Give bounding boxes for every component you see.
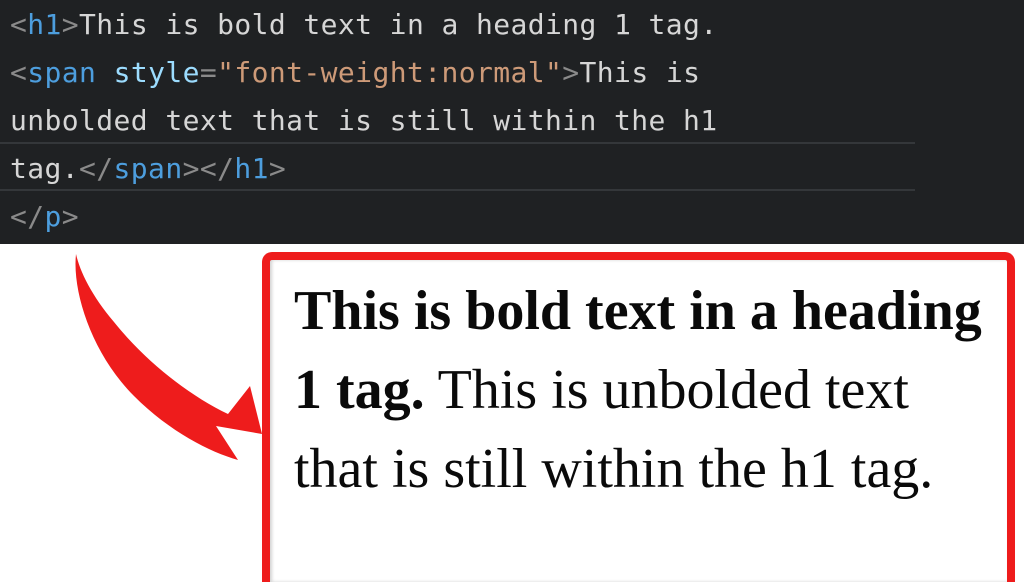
code-line[interactable]: <h1>This is bold text in a heading 1 tag… (10, 8, 718, 42)
code-line[interactable]: tag.</span></h1> (10, 152, 286, 186)
code-token-punct: > (61, 8, 80, 41)
code-row-divider (0, 189, 915, 191)
code-token-punct: > (182, 152, 200, 185)
code-line[interactable]: <span style="font-weight:normal">This is (10, 56, 700, 90)
code-token-punct: < (10, 8, 28, 41)
code-token-punct: = (199, 56, 218, 89)
rendered-result-box: This is bold text in a heading 1 tag. Th… (262, 252, 1015, 582)
code-token-tag: span (27, 56, 97, 89)
code-token-text: tag. (10, 152, 80, 185)
rendered-heading-text: This is bold text in a heading 1 tag. Th… (270, 260, 1007, 509)
code-token-punct: > (268, 152, 287, 185)
code-token-punct: </ (199, 152, 235, 185)
code-token-tag: h1 (27, 8, 62, 41)
code-token-tag: span (113, 152, 183, 185)
code-row-divider (0, 142, 915, 144)
code-token-punct: < (10, 56, 28, 89)
code-line[interactable]: unbolded text that is still within the h… (10, 104, 718, 138)
code-token-text: This is bold text in a heading 1 tag. (79, 8, 718, 41)
code-token-punct: > (562, 56, 580, 89)
code-token-tag: h1 (234, 152, 269, 185)
code-token-attr: style (113, 56, 200, 89)
code-token-punct: > (61, 200, 80, 233)
code-line[interactable]: </p> (10, 200, 79, 234)
rendered-output-area: This is bold text in a heading 1 tag. Th… (0, 244, 1024, 582)
code-token-string: "font-weight:normal" (217, 56, 563, 89)
code-token-text: unbolded text that is still within the h… (10, 104, 718, 137)
code-editor-pane[interactable]: <h1>This is bold text in a heading 1 tag… (0, 0, 1024, 244)
code-token-tag: p (44, 200, 62, 233)
code-token-punct: </ (79, 152, 114, 185)
curved-down-right-arrow-icon (75, 254, 262, 460)
code-token-punct: </ (10, 200, 45, 233)
code-token-text: This is (579, 56, 701, 89)
